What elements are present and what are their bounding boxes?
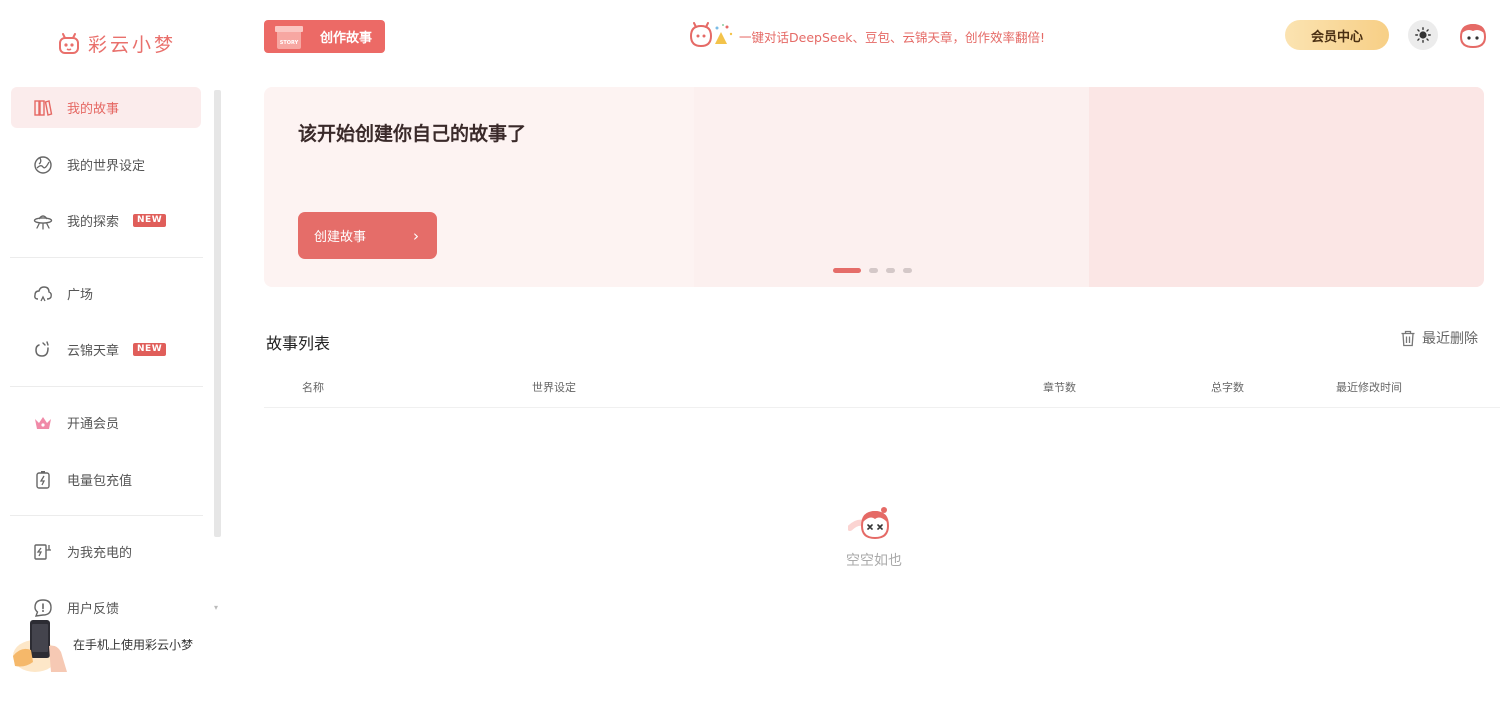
sidebar-item-explore[interactable]: 我的探索 NEW [11,200,201,241]
announcement-text: 一键对话DeepSeek、豆包、云锦天章，创作效率翻倍! [739,29,1046,45]
mascot-party-icon [689,22,733,48]
vip-center-button[interactable]: 会员中心 [1285,20,1389,50]
crown-icon [35,416,51,429]
carousel-indicators [833,268,912,273]
sidebar-scrollbar[interactable] [214,90,221,537]
story-box-icon: STORY [275,26,303,49]
user-avatar[interactable] [1458,20,1488,50]
scroll-down-icon[interactable]: ▾ [214,603,218,612]
feedback-icon [34,598,52,617]
sidebar-item-plaza[interactable]: 广场 [11,273,201,314]
cta-label: 创建故事 [314,230,367,245]
sidebar: 彩云小梦 我的故事 我的世界设定 我的探索 NEW 广场 云锦天章 NEW 开通… [0,0,222,701]
sidebar-item-label: 为我充电的 [67,546,133,561]
theme-toggle-button[interactable] [1408,20,1438,50]
sidebar-item-label: 电量包充值 [67,474,133,489]
sidebar-item-yunjin[interactable]: 云锦天章 NEW [11,329,201,370]
globe-icon [34,155,52,174]
story-table-header: 名称 世界设定 章节数 总字数 最近修改时间 [264,368,1500,408]
sidebar-divider [10,257,203,258]
cloud-icon [34,285,52,301]
carousel-panel [1089,87,1484,287]
create-story-cta-button[interactable]: 创建故事 › [298,212,437,259]
sidebar-item-label: 我的世界设定 [67,159,146,174]
ufo-icon [33,214,53,230]
carousel-dot[interactable] [886,268,895,273]
sidebar-item-recharge[interactable]: 电量包充值 [11,459,201,500]
empty-mascot-illustration [847,507,890,540]
carousel-dot[interactable] [869,268,878,273]
sidebar-item-label: 我的故事 [67,102,120,117]
sidebar-divider [10,515,203,516]
app-logo[interactable]: 彩云小梦 [58,30,176,57]
carousel-dot[interactable] [833,268,861,273]
create-story-label: 创作故事 [320,31,373,46]
charger-icon [34,543,51,560]
sidebar-item-membership[interactable]: 开通会员 [11,402,201,443]
mobile-app-promo[interactable]: 在手机上使用彩云小梦 [11,616,211,672]
sidebar-item-label: 我的探索 [67,215,120,230]
column-header-name[interactable]: 名称 [302,379,324,395]
story-list-title: 故事列表 [264,330,331,354]
sidebar-divider [10,386,203,387]
trash-icon [1401,330,1415,346]
announcement-banner[interactable]: 一键对话DeepSeek、豆包、云锦天章，创作效率翻倍! [687,22,1045,50]
recently-deleted-button[interactable]: 最近删除 [1400,328,1478,348]
carousel-panel [694,87,1089,287]
swirl-icon [35,340,49,357]
sidebar-item-label: 云锦天章 [67,344,120,359]
sidebar-item-charged-me[interactable]: 为我充电的 [11,531,201,572]
mobile-promo-text: 在手机上使用彩云小梦 [73,637,194,652]
bookshelf-icon [34,99,53,116]
chevron-right-icon: › [413,226,419,245]
create-story-button[interactable]: STORY 创作故事 [264,20,385,53]
empty-state: 空空如也 [840,506,908,570]
new-badge: NEW [133,214,167,227]
sidebar-item-my-stories[interactable]: 我的故事 [11,87,201,128]
story-list-title-text: 故事列表 [266,334,331,353]
sidebar-item-label: 用户反馈 [67,602,120,617]
sun-icon [1415,27,1431,43]
hero-carousel: 该开始创建你自己的故事了 创建故事 › [264,87,1484,287]
column-header-modified[interactable]: 最近修改时间 [1336,379,1402,395]
empty-state-text: 空空如也 [846,553,902,569]
battery-icon [36,470,50,489]
story-box-text: STORY [280,40,299,46]
phone-hand-illustration [13,620,67,672]
hero-headline: 该开始创建你自己的故事了 [298,123,527,145]
recently-deleted-label: 最近删除 [1422,331,1478,347]
carousel-dot[interactable] [903,268,912,273]
column-header-chapters[interactable]: 章节数 [1043,379,1076,395]
new-badge: NEW [133,343,167,356]
sidebar-item-label: 开通会员 [67,417,120,432]
column-header-world[interactable]: 世界设定 [532,379,576,395]
column-header-word-count[interactable]: 总字数 [1211,379,1244,395]
sidebar-item-world-settings[interactable]: 我的世界设定 [11,144,201,185]
sidebar-item-label: 广场 [67,288,94,303]
logo-icon [59,32,79,54]
app-name: 彩云小梦 [88,34,177,56]
